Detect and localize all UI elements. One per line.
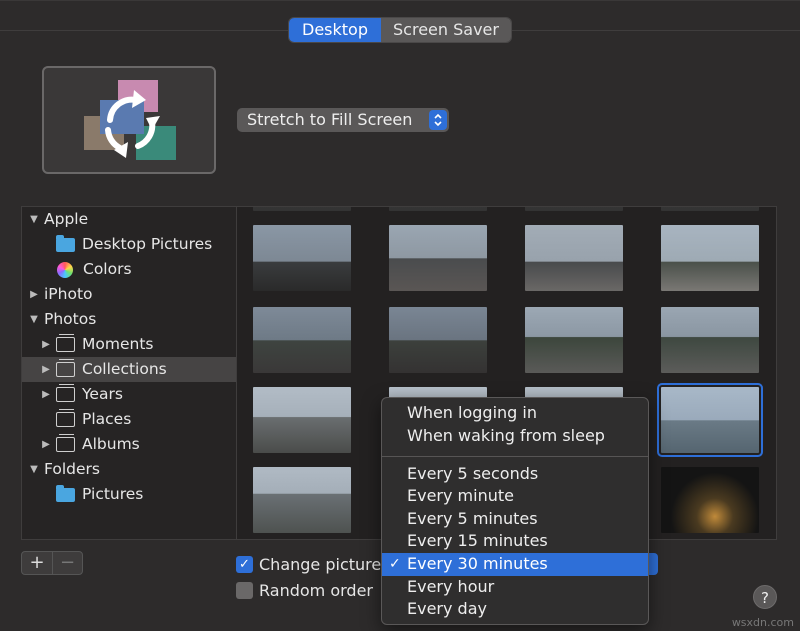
- disclosure-expanded-icon[interactable]: ▼: [28, 457, 40, 482]
- sidebar-item-moments[interactable]: ▶ Moments: [22, 332, 236, 357]
- interval-popup-menu: When logging in When waking from sleep E…: [381, 397, 649, 625]
- sidebar-item-places[interactable]: Places: [22, 407, 236, 432]
- sidebar-item-albums[interactable]: ▶ Albums: [22, 432, 236, 457]
- sidebar-item-photos[interactable]: ▼ Photos: [22, 307, 236, 332]
- add-remove-control: + −: [21, 551, 83, 575]
- tab-desktop[interactable]: Desktop: [289, 18, 381, 42]
- menu-item-every-15-minutes[interactable]: Every 15 minutes: [382, 530, 648, 553]
- menu-item-when-waking-from-sleep[interactable]: When waking from sleep: [382, 425, 648, 448]
- sidebar-item-label: Desktop Pictures: [82, 232, 212, 257]
- sidebar-item-label: Collections: [82, 357, 167, 382]
- sidebar-item-iphoto[interactable]: ▶ iPhoto: [22, 282, 236, 307]
- change-picture-option[interactable]: ✓ Change picture:: [236, 555, 387, 574]
- photo-thumbnail[interactable]: [253, 206, 351, 211]
- fill-mode-value: Stretch to Fill Screen: [247, 110, 412, 129]
- menu-item-every-hour[interactable]: Every hour: [382, 576, 648, 599]
- menu-separator: [382, 456, 648, 457]
- sidebar-item-label: Pictures: [82, 482, 143, 507]
- sidebar-item-label: Moments: [82, 332, 153, 357]
- album-icon: [56, 412, 75, 427]
- sidebar-item-label: Albums: [82, 432, 140, 457]
- remove-folder-button[interactable]: −: [52, 552, 82, 574]
- photo-thumbnail-selected[interactable]: [661, 387, 759, 453]
- color-wheel-icon: [57, 262, 73, 278]
- sidebar-item-label: Years: [82, 382, 123, 407]
- photo-thumbnail[interactable]: [389, 225, 487, 291]
- photo-thumbnail[interactable]: [253, 467, 351, 533]
- disclosure-collapsed-icon[interactable]: ▶: [28, 282, 40, 307]
- rotate-slideshow-icon: [80, 78, 180, 164]
- menu-item-every-5-seconds[interactable]: Every 5 seconds: [382, 463, 648, 486]
- album-icon: [56, 362, 75, 377]
- tab-bar: Desktop Screen Saver: [289, 18, 511, 42]
- sidebar-item-pictures[interactable]: Pictures: [22, 482, 236, 507]
- album-icon: [56, 387, 75, 402]
- photo-thumbnail[interactable]: [253, 307, 351, 373]
- sidebar-item-years[interactable]: ▶ Years: [22, 382, 236, 407]
- photo-thumbnail[interactable]: [389, 307, 487, 373]
- sidebar-item-label: Colors: [83, 257, 132, 282]
- sidebar-item-label: Places: [82, 407, 131, 432]
- sidebar-item-label: Folders: [44, 457, 100, 482]
- sidebar-item-label: Photos: [44, 307, 96, 332]
- source-list: ▼ Apple Desktop Pictures Colors ▶ iPhoto…: [21, 206, 237, 540]
- menu-item-label: Every 30 minutes: [407, 554, 548, 573]
- photo-thumbnail[interactable]: [661, 307, 759, 373]
- photo-thumbnail[interactable]: [525, 307, 623, 373]
- watermark: wsxdn.com: [732, 616, 794, 629]
- disclosure-collapsed-icon[interactable]: ▶: [40, 357, 52, 382]
- photo-thumbnail[interactable]: [661, 206, 759, 211]
- chevron-updown-icon: [429, 110, 447, 130]
- album-icon: [56, 437, 75, 452]
- menu-item-every-30-minutes[interactable]: ✓ Every 30 minutes: [382, 553, 648, 576]
- sidebar-item-folders[interactable]: ▼ Folders: [22, 457, 236, 482]
- disclosure-collapsed-icon[interactable]: ▶: [40, 432, 52, 457]
- window-top-border: [0, 0, 800, 1]
- sidebar-item-collections[interactable]: ▶ Collections: [22, 357, 236, 382]
- album-icon: [56, 337, 75, 352]
- photo-thumbnail[interactable]: [661, 225, 759, 291]
- random-order-option[interactable]: Random order: [236, 581, 373, 600]
- wallpaper-preview: [42, 66, 216, 174]
- help-button[interactable]: ?: [753, 585, 777, 609]
- photo-thumbnail[interactable]: [253, 387, 351, 453]
- photo-thumbnail[interactable]: [661, 467, 759, 533]
- sidebar-item-apple[interactable]: ▼ Apple: [22, 207, 236, 232]
- photo-thumbnail[interactable]: [525, 225, 623, 291]
- photo-thumbnail[interactable]: [389, 206, 487, 211]
- sidebar-item-desktop-pictures[interactable]: Desktop Pictures: [22, 232, 236, 257]
- sidebar-item-label: Apple: [44, 207, 88, 232]
- folder-icon: [56, 238, 75, 252]
- random-order-label: Random order: [259, 581, 373, 600]
- disclosure-collapsed-icon[interactable]: ▶: [40, 382, 52, 407]
- sidebar-item-colors[interactable]: Colors: [22, 257, 236, 282]
- menu-item-every-day[interactable]: Every day: [382, 598, 648, 621]
- fill-mode-popup[interactable]: Stretch to Fill Screen: [237, 108, 449, 132]
- change-picture-label: Change picture:: [259, 555, 387, 574]
- menu-item-when-logging-in[interactable]: When logging in: [382, 402, 648, 425]
- disclosure-expanded-icon[interactable]: ▼: [28, 207, 40, 232]
- disclosure-collapsed-icon[interactable]: ▶: [40, 332, 52, 357]
- menu-item-every-5-minutes[interactable]: Every 5 minutes: [382, 508, 648, 531]
- sidebar-item-label: iPhoto: [44, 282, 93, 307]
- photo-thumbnail[interactable]: [525, 206, 623, 211]
- menu-item-every-minute[interactable]: Every minute: [382, 485, 648, 508]
- photo-thumbnail[interactable]: [253, 225, 351, 291]
- disclosure-expanded-icon[interactable]: ▼: [28, 307, 40, 332]
- tab-screen-saver[interactable]: Screen Saver: [381, 18, 511, 42]
- change-picture-checkbox[interactable]: ✓: [236, 556, 253, 573]
- random-order-checkbox[interactable]: [236, 582, 253, 599]
- pictures-folder-icon: [56, 488, 75, 502]
- add-folder-button[interactable]: +: [22, 552, 52, 574]
- checkmark-icon: ✓: [389, 553, 401, 576]
